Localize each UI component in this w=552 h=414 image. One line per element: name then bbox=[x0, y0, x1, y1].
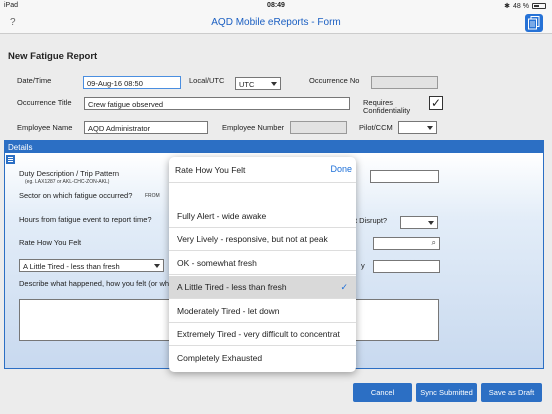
rate-picker-popover: Rate How You Felt Done Fully Alert - wid… bbox=[169, 157, 356, 372]
right-field[interactable] bbox=[373, 260, 440, 273]
rate-label: Rate How You Felt bbox=[19, 238, 82, 247]
y-label: y bbox=[361, 261, 365, 270]
save-draft-button[interactable]: Save as Draft bbox=[481, 383, 542, 402]
employee-number-field bbox=[290, 121, 347, 134]
pilot-ccm-select[interactable] bbox=[398, 121, 437, 134]
documents-icon[interactable] bbox=[525, 14, 543, 32]
confidentiality-checkbox[interactable]: ✓ bbox=[429, 96, 443, 110]
employee-number-label: Employee Number bbox=[222, 123, 285, 132]
battery-percent: 48 % bbox=[513, 2, 529, 10]
rate-option-very-lively[interactable]: Very Lively - responsive, but not at pea… bbox=[169, 228, 356, 251]
search-field[interactable]: ⌕ bbox=[373, 237, 440, 250]
rate-option-label: A Little Tired - less than fresh bbox=[177, 282, 287, 292]
employee-name-field[interactable]: AQD Administrator bbox=[84, 121, 208, 134]
rate-option-ok[interactable]: OK - somewhat fresh bbox=[169, 252, 356, 275]
occurrence-no-field bbox=[371, 76, 438, 89]
sector-label: Sector on which fatigue occurred? bbox=[19, 191, 133, 200]
describe-label: Describe what happened, how you felt (or… bbox=[19, 279, 170, 288]
rate-option-fully-alert[interactable]: Fully Alert - wide awake bbox=[169, 205, 356, 228]
page-title: New Fatigue Report bbox=[8, 51, 98, 62]
rate-select[interactable]: A Little Tired - less than fresh bbox=[19, 259, 164, 272]
status-bar: iPad 08:49 ✱ 48 % bbox=[0, 0, 552, 12]
date-field[interactable]: 09-Aug-16 08:50 bbox=[83, 76, 181, 89]
employee-name-label: Employee Name bbox=[17, 123, 73, 132]
disrupt-label: t Disrupt? bbox=[355, 216, 388, 225]
checkmark-icon: ✓ bbox=[340, 282, 348, 292]
clock: 08:49 bbox=[267, 2, 285, 9]
bluetooth-icon: ✱ bbox=[504, 3, 511, 10]
app-title: AQD Mobile eReports - Form bbox=[211, 17, 341, 28]
sync-submitted-button[interactable]: Sync Submitted bbox=[416, 383, 477, 402]
hours-label: Hours from fatigue event to report time? bbox=[19, 215, 152, 224]
duty-hint: (eg. LAX1287 or AKL-CHC-ZON-AKL) bbox=[25, 179, 110, 185]
search-icon: ⌕ bbox=[431, 238, 436, 247]
duty-label: Duty Description / Trip Pattern bbox=[19, 169, 120, 178]
local-utc-label: Local/UTC bbox=[189, 76, 225, 85]
pilot-ccm-label: Pilot/CCM bbox=[359, 123, 393, 132]
local-utc-select[interactable]: UTC bbox=[235, 77, 281, 90]
rate-option-extremely-tired[interactable]: Extremely Tired - very difficult to conc… bbox=[169, 323, 356, 346]
done-button[interactable]: Done bbox=[330, 164, 352, 174]
details-header: Details bbox=[5, 141, 543, 153]
status-right: ✱ 48 % bbox=[504, 2, 546, 10]
nav-bar: ? AQD Mobile eReports - Form bbox=[0, 12, 552, 34]
rate-option-moderately-tired[interactable]: Moderately Tired - let down bbox=[169, 300, 356, 323]
duty-field[interactable] bbox=[370, 170, 439, 183]
from-label: FROM bbox=[145, 193, 160, 199]
occurrence-title-label: Occurrence Title bbox=[17, 98, 72, 107]
rate-option-completely-exhausted[interactable]: Completely Exhausted bbox=[169, 347, 356, 370]
popover-title: Rate How You Felt bbox=[175, 165, 246, 175]
popover-header: Rate How You Felt Done bbox=[169, 157, 356, 183]
confidentiality-label: Confidentiality bbox=[363, 106, 411, 115]
cancel-button[interactable]: Cancel bbox=[353, 383, 412, 402]
disrupt-select[interactable] bbox=[400, 216, 438, 229]
menu-icon[interactable] bbox=[6, 155, 15, 164]
battery-icon bbox=[532, 3, 546, 9]
rate-option-a-little-tired[interactable]: A Little Tired - less than fresh ✓ bbox=[169, 276, 356, 299]
occurrence-title-field[interactable]: Crew fatigue observed bbox=[84, 97, 350, 110]
occurrence-no-label: Occurrence No bbox=[309, 76, 360, 85]
date-label: Date/Time bbox=[17, 76, 52, 85]
